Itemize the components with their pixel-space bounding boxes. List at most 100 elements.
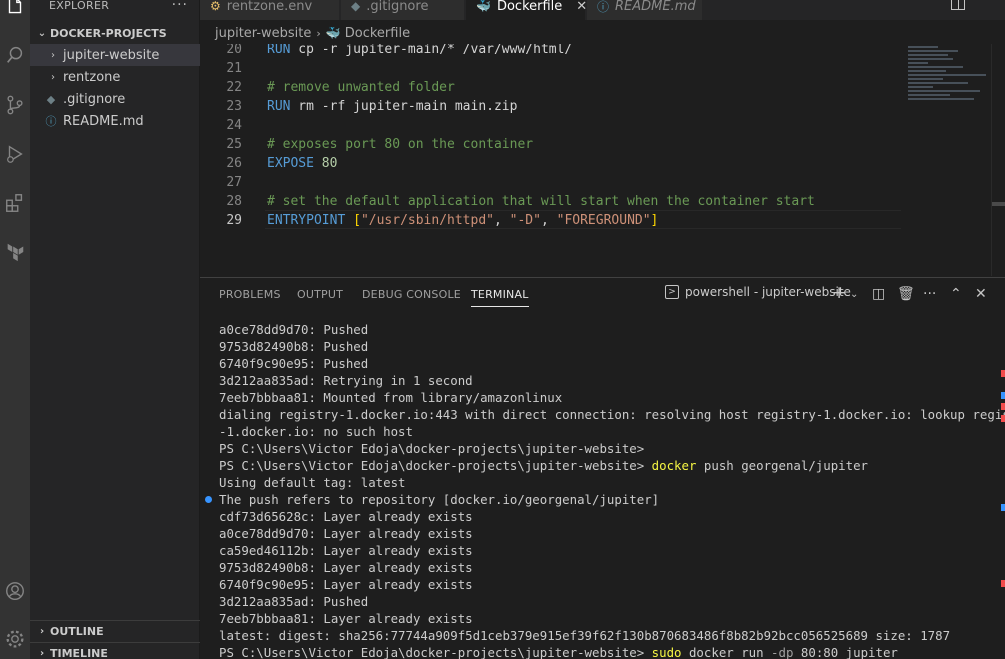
terminal-scrollbar[interactable] — [995, 308, 1005, 658]
code-line: 25 # exposes port 80 on the container — [200, 135, 900, 154]
code-comment: # remove unwanted folder — [267, 80, 455, 95]
command-name: sudo — [651, 645, 682, 659]
code-line: 24 — [200, 116, 900, 135]
line-number: 22 — [226, 80, 242, 95]
minimap[interactable] — [908, 44, 988, 134]
tree-item-jupiter-website[interactable]: › jupiter-website — [30, 44, 200, 66]
tab-label: .gitignore — [366, 0, 429, 14]
new-terminal-icon[interactable]: + — [832, 283, 846, 303]
chevron-right-icon: › — [39, 648, 45, 659]
trash-icon[interactable]: 🗑 — [897, 286, 915, 302]
tab-debug-console[interactable]: DEBUG CONSOLE — [362, 288, 461, 301]
tree-item-gitignore[interactable]: ◆ .gitignore — [30, 88, 200, 110]
more-actions-icon[interactable]: ··· — [982, 0, 995, 8]
timeline-section-header[interactable]: › TIMELINE — [30, 642, 200, 659]
keyword: RUN — [267, 44, 291, 57]
code-line: 20 RUN cp -r jupiter-main/* /var/www/htm… — [200, 44, 900, 59]
tab-dockerfile[interactable]: 🐳 Dockerfile ✕ — [466, 0, 587, 20]
docker-whale-icon: 🐳 — [476, 0, 491, 13]
tab-rentzone-env[interactable]: ⚙ rentzone.env — [200, 0, 340, 20]
tab-readme[interactable]: ⓘ README.md — [587, 0, 703, 20]
code-string: "-D" — [509, 213, 541, 228]
explorer-sidebar: EXPLORER ··· ⌄ DOCKER-PROJECTS › jupiter… — [30, 0, 200, 659]
bottom-panel: PROBLEMS OUTPUT DEBUG CONSOLE TERMINAL >… — [200, 277, 1005, 659]
tab-output[interactable]: OUTPUT — [297, 288, 343, 301]
line-number: 24 — [226, 118, 242, 133]
chevron-right-icon: › — [316, 26, 321, 40]
terminal-output[interactable]: a0ce78dd9d70: Pushed 9753d82490b8: Pushe… — [205, 321, 1005, 659]
code-text: cp -r jupiter-main/* /var/www/html/ — [290, 44, 573, 57]
outline-title: OUTLINE — [50, 625, 104, 638]
command-name: docker — [651, 458, 697, 473]
breadcrumb: jupiter-website › 🐳 Dockerfile — [200, 22, 1005, 44]
line-number: 25 — [226, 137, 242, 152]
project-section-header[interactable]: ⌄ DOCKER-PROJECTS — [30, 22, 200, 44]
command-flag: -dp — [771, 645, 794, 659]
terraform-icon[interactable] — [0, 237, 30, 267]
code-string: "FOREGROUND" — [556, 213, 651, 228]
source-control-icon[interactable] — [0, 90, 30, 120]
line-number: 23 — [226, 99, 242, 114]
docker-whale-icon: 🐳 — [325, 26, 341, 40]
terminal-line: 9753d82490b8: Pushed — [219, 339, 369, 354]
activity-bar — [0, 0, 30, 659]
run-debug-icon[interactable] — [0, 139, 30, 169]
info-file-icon: ⓘ — [45, 115, 57, 128]
command-args: push georgenal/jupiter — [696, 458, 869, 473]
maximize-panel-icon[interactable]: ⌃ — [950, 286, 962, 302]
account-icon[interactable] — [0, 576, 30, 606]
breadcrumb-folder[interactable]: jupiter-website — [215, 26, 311, 41]
split-editor-icon[interactable] — [951, 0, 965, 10]
terminal-line-text: The push refers to repository [docker.io… — [219, 492, 660, 507]
code-line: 21 — [200, 59, 900, 78]
code-line: 26 EXPOSE 80 — [200, 154, 900, 173]
project-name: DOCKER-PROJECTS — [50, 26, 167, 40]
terminal-line: 7eeb7bbbaa81: Layer already exists — [219, 611, 473, 626]
tab-label: Dockerfile — [496, 0, 563, 14]
tree-item-label: README.md — [63, 113, 144, 129]
terminal-selector[interactable]: > powershell - jupiter-website — [665, 285, 851, 299]
code-line: 27 — [200, 173, 900, 192]
tab-problems[interactable]: PROBLEMS — [219, 288, 281, 301]
split-terminal-icon[interactable]: ◫ — [872, 286, 885, 302]
terminal-line: 3d212aa835ad: Pushed — [219, 594, 369, 609]
editor-scrollbar[interactable] — [991, 44, 1005, 276]
terminal-line: cdf73d65628c: Layer already exists — [219, 509, 473, 524]
breadcrumb-file[interactable]: Dockerfile — [345, 26, 410, 41]
terminal-line: The push refers to repository [docker.io… — [205, 491, 989, 508]
extensions-icon[interactable] — [0, 188, 30, 218]
command-decoration-icon[interactable] — [205, 496, 212, 503]
close-icon[interactable]: ✕ — [576, 0, 587, 14]
close-panel-icon[interactable]: ✕ — [975, 286, 987, 302]
line-number: 28 — [226, 194, 242, 209]
command-args: docker run — [681, 645, 772, 659]
terminal-command-line: PS C:\Users\Victor Edoja\docker-projects… — [219, 457, 989, 474]
chevron-right-icon: › — [51, 49, 55, 61]
explorer-header: EXPLORER ··· — [30, 0, 200, 16]
tree-item-readme[interactable]: ⓘ README.md — [30, 110, 200, 132]
search-icon[interactable] — [0, 40, 30, 70]
terminal-line: 6740f9c90e95: Pushed — [219, 356, 369, 371]
code-editor[interactable]: 20 RUN cp -r jupiter-main/* /var/www/htm… — [200, 44, 1005, 276]
outline-section-header[interactable]: › OUTLINE — [30, 620, 200, 642]
tab-label: README.md — [615, 0, 696, 14]
terminal-line: a0ce78dd9d70: Pushed — [219, 322, 369, 337]
terminal-name: powershell - jupiter-website — [685, 285, 851, 299]
code-comment: # set the default application that will … — [267, 194, 815, 209]
explorer-title: EXPLORER — [49, 0, 110, 12]
explorer-icon[interactable] — [0, 0, 30, 22]
more-actions-icon[interactable]: ··· — [923, 286, 936, 302]
keyword: EXPOSE — [267, 156, 314, 171]
terminal-line: ca59ed46112b: Layer already exists — [219, 543, 473, 558]
terminal-line: 3d212aa835ad: Retrying in 1 second — [219, 373, 473, 388]
tree-item-rentzone[interactable]: › rentzone — [30, 66, 200, 88]
tree-item-label: rentzone — [63, 69, 121, 85]
chevron-down-icon[interactable]: ⌄ — [850, 289, 858, 300]
tab-gitignore[interactable]: ◆ .gitignore — [341, 0, 465, 20]
tab-terminal[interactable]: TERMINAL — [471, 288, 529, 307]
line-number: 27 — [226, 175, 242, 190]
settings-gear-icon[interactable] — [0, 624, 30, 654]
more-actions-icon[interactable]: ··· — [172, 0, 188, 13]
terminal-line: a0ce78dd9d70: Layer already exists — [219, 526, 473, 541]
timeline-title: TIMELINE — [50, 647, 108, 659]
